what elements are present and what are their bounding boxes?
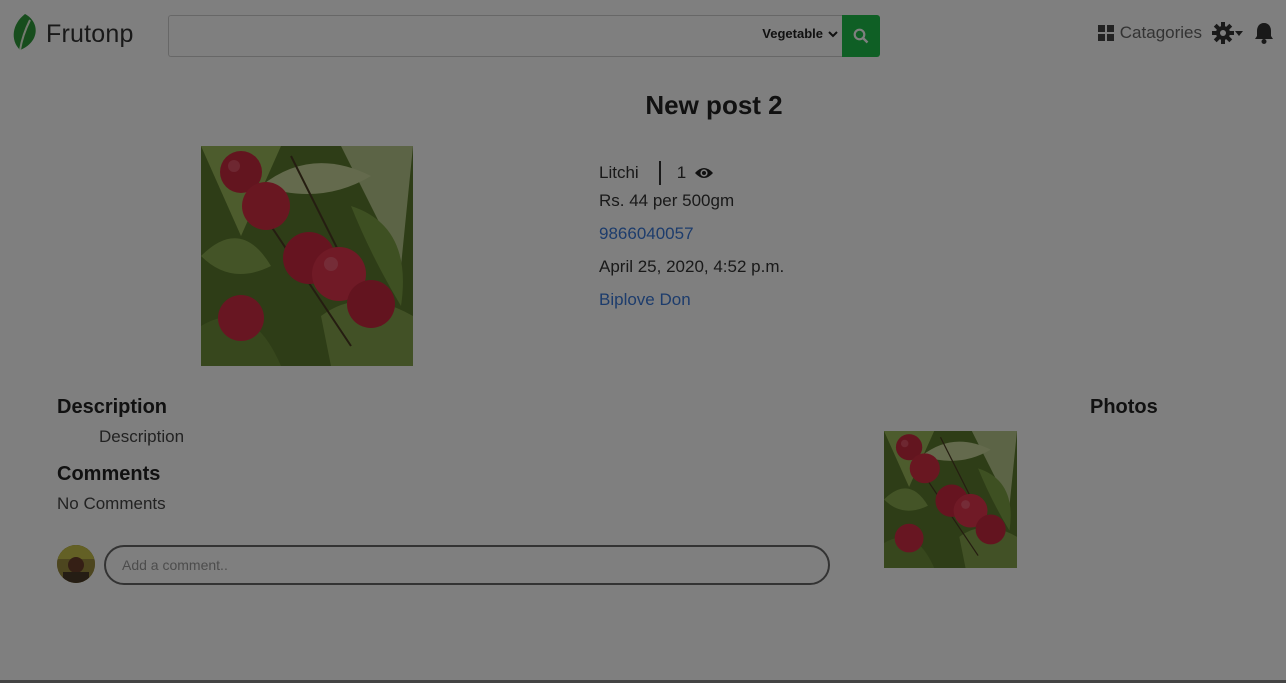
modal-backdrop[interactable]: [0, 0, 1286, 683]
